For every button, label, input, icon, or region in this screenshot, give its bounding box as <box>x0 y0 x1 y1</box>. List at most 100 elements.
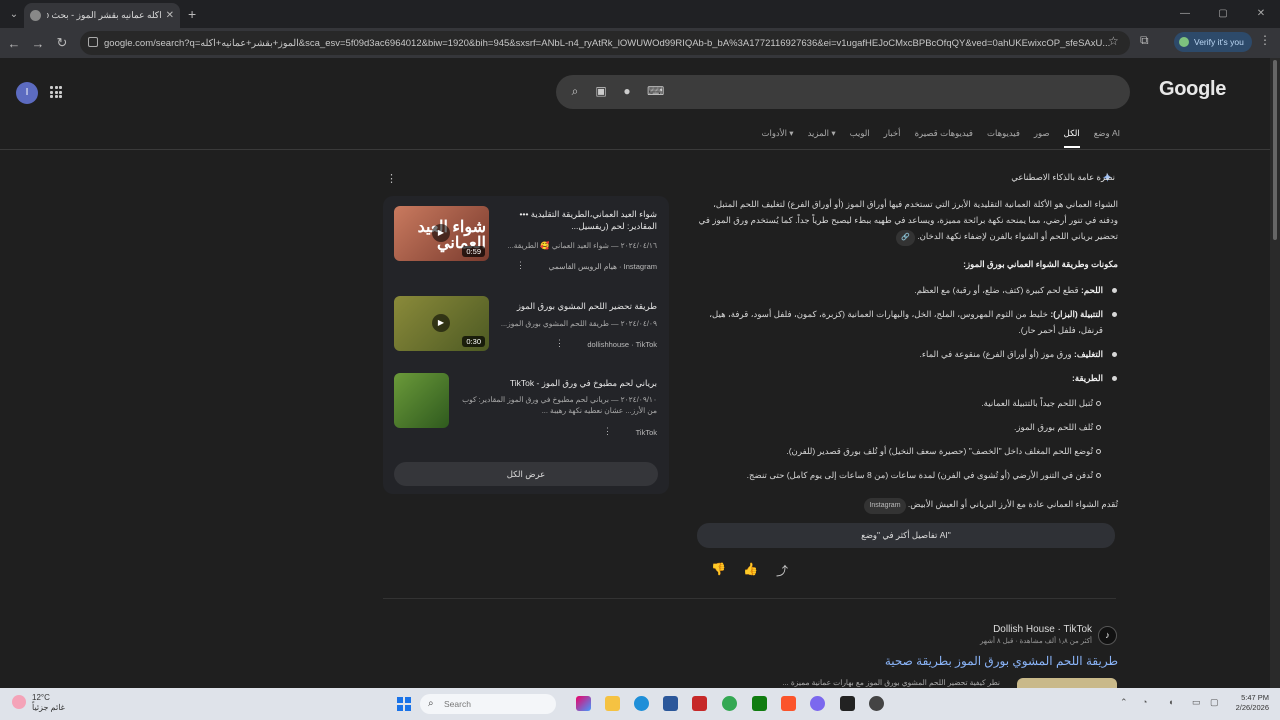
address-bar[interactable]: google.com/search?q=الموز+بقشر+عمانيه+اك… <box>80 31 1130 55</box>
video-menu-icon[interactable]: ⋮ <box>603 426 612 437</box>
tab-images[interactable]: صور <box>1034 128 1050 148</box>
tab-more[interactable]: المزيد ▾ <box>808 128 836 148</box>
weather-widget[interactable]: 12°C غائم جزئياً <box>12 693 65 713</box>
result-site-name[interactable]: Dollish House · TikTok <box>960 624 1092 635</box>
tab-short-videos[interactable]: فيديوهات قصيرة <box>915 128 973 148</box>
forward-icon[interactable]: → <box>26 36 50 51</box>
ai-item-label: التتبيلة (البزار): <box>1050 309 1103 319</box>
terminal-icon[interactable] <box>840 696 855 711</box>
result-site-sub: أكثر من ١٫٨ ألف مشاهدة · قبل ٨ أشهر <box>980 638 1092 645</box>
ai-item-label: التغليف: <box>1074 349 1103 359</box>
video-source[interactable]: Instagram · هيام الرويس القاسمي <box>549 262 657 271</box>
taskbar-search[interactable]: ⌕ Search <box>420 694 556 714</box>
ai-closing: تُقدم الشواء العماني عادة مع الأرز البري… <box>698 496 1118 514</box>
share-icon[interactable]: ⤴ <box>776 562 788 579</box>
close-window-button[interactable]: ✕ <box>1242 0 1280 28</box>
video-thumbnail[interactable]: شواء العيد العماني ▶ 0:59 <box>394 206 489 261</box>
tab-all[interactable]: الكل <box>1063 128 1080 148</box>
link-chip-icon[interactable]: 🔗 <box>896 230 915 246</box>
video-title[interactable]: شواء العيد العماني،الطريقة التقليدية •••… <box>497 208 658 232</box>
ai-step: تُدفن في التنور الأرضي (أو تُشوى في الفر… <box>746 470 1093 480</box>
tab-videos[interactable]: فيديوهات <box>987 128 1020 148</box>
result-snippet: نطر كيفية تحضير اللحم المشوي بورق الموز … <box>782 678 1000 687</box>
video-duration: 0:30 <box>462 336 485 347</box>
taskbar-search-placeholder: Search <box>444 699 471 709</box>
ai-overview-menu-icon[interactable]: ⋮ <box>386 172 397 185</box>
tab-news[interactable]: أخبار <box>884 128 901 148</box>
app-red-icon[interactable] <box>692 696 707 711</box>
browser-tab[interactable]: اكله عمانيه بقشر الموز - بحث Go ✕ <box>24 3 180 28</box>
video-source[interactable]: TikTok <box>636 428 657 437</box>
copilot-icon[interactable] <box>576 696 591 711</box>
minimize-button[interactable]: — <box>1166 0 1204 28</box>
url-text: google.com/search?q=الموز+بقشر+عمانيه+اك… <box>104 37 1111 49</box>
video-title[interactable]: برياني لحم مطبوخ في ورق الموز - TikTok <box>467 377 657 389</box>
ai-step: تُلف اللحم بورق الموز. <box>1013 422 1093 432</box>
windows-start-icon[interactable] <box>397 697 411 711</box>
microphone-icon[interactable]: ● <box>620 84 634 98</box>
tab-close-icon[interactable]: ✕ <box>166 10 174 21</box>
scrollbar-thumb[interactable] <box>1273 60 1277 240</box>
reload-icon[interactable]: ↻ <box>50 35 74 51</box>
show-all-button[interactable]: عرض الكل <box>394 462 658 486</box>
bookmark-star-icon[interactable]: ☆ <box>1108 34 1119 48</box>
tab-tools[interactable]: الأدوات ▾ <box>761 128 793 148</box>
google-logo[interactable]: Google <box>1159 78 1226 101</box>
taskbar-clock[interactable]: 5:47 PM 2/26/2026 <box>1227 693 1269 713</box>
lens-icon[interactable]: ▣ <box>594 84 608 98</box>
brave-icon[interactable] <box>781 696 796 711</box>
verify-profile-button[interactable]: Verify it's you <box>1174 32 1252 52</box>
header-divider <box>0 149 1270 150</box>
ai-closing-text: تُقدم الشواء العماني عادة مع الأرز البري… <box>907 499 1118 509</box>
browser-tab-bar: ⌄ اكله عمانيه بقشر الموز - بحث Go ✕ + — … <box>0 0 1280 28</box>
ai-section-title: مكونات وطريقة الشواء العماني بورق الموز: <box>963 259 1118 269</box>
keyboard-icon[interactable]: ⌨ <box>647 84 664 98</box>
back-icon[interactable]: ← <box>2 36 26 51</box>
video-menu-icon[interactable]: ⋮ <box>555 338 564 349</box>
thumbs-down-icon[interactable]: 👎 <box>711 562 726 576</box>
edge-icon[interactable] <box>634 696 649 711</box>
ai-item-text: ورق موز (أو أوراق الفرع) منقوعة في الماء… <box>919 349 1072 359</box>
browser-menu-icon[interactable]: ⋮ <box>1259 33 1271 47</box>
messenger-icon[interactable] <box>810 696 825 711</box>
ai-item-text: خليط من الثوم المهروس، الملح، الخل، والب… <box>709 309 1103 335</box>
search-results-page: I ⌕ ▣ ● ⌨ Google وضع AI الكل صور فيديوها… <box>0 58 1270 688</box>
result-thumbnail[interactable] <box>1017 678 1117 688</box>
volume-icon[interactable]: ◖ <box>1168 697 1173 707</box>
sub-bullet-icon <box>1096 473 1101 478</box>
google-apps-icon[interactable] <box>50 86 62 98</box>
extensions-icon[interactable]: ⧉ <box>1140 33 1149 48</box>
video-thumbnail[interactable] <box>394 373 449 428</box>
bullet-icon <box>1112 352 1117 357</box>
page-scrollbar[interactable] <box>1270 58 1280 688</box>
video-thumbnail[interactable]: ▶ 0:30 <box>394 296 489 351</box>
file-explorer-icon[interactable] <box>605 696 620 711</box>
result-title-link[interactable]: طريقة اللحم المشوي بورق الموز بطريقة صحي… <box>880 654 1118 668</box>
video-source[interactable]: dollishhouse · TikTok <box>587 340 657 349</box>
chrome-icon[interactable] <box>722 696 737 711</box>
thumbs-up-icon[interactable]: 👍 <box>743 562 758 576</box>
video-duration: 0:59 <box>462 246 485 257</box>
video-title[interactable]: طريقة تحضير اللحم المشوي بورق الموز <box>497 300 657 312</box>
maximize-button[interactable]: ▢ <box>1204 0 1242 28</box>
search-icon[interactable]: ⌕ <box>568 84 582 98</box>
xbox-icon[interactable] <box>752 696 767 711</box>
browser-toolbar: ← → ↻ google.com/search?q=الموز+بقشر+عما… <box>0 28 1280 58</box>
new-tab-button[interactable]: + <box>188 6 196 22</box>
ai-mode-more-button[interactable]: تفاصيل أكثر في "وضع AI" <box>697 523 1115 548</box>
tab-web[interactable]: الويب <box>850 128 870 148</box>
video-meta: ٢٠٢٤/٠٩/١٠ — برياني لحم مطبوخ في ورق الم… <box>462 395 657 415</box>
instagram-chip[interactable]: Instagram <box>864 498 906 514</box>
site-info-icon[interactable] <box>88 37 98 47</box>
video-menu-icon[interactable]: ⋮ <box>516 260 525 271</box>
ai-item: التتبيلة (البزار): خليط من الثوم المهروس… <box>698 306 1103 338</box>
avatar[interactable]: I <box>16 82 38 104</box>
notification-icon[interactable]: ▢ <box>1210 697 1219 708</box>
tab-ai-mode[interactable]: وضع AI <box>1094 128 1120 148</box>
tray-chevron-icon[interactable]: ⌃ <box>1120 697 1128 708</box>
app-dark-icon[interactable] <box>869 696 884 711</box>
battery-icon[interactable]: ▭ <box>1192 697 1201 708</box>
search-input[interactable]: ⌕ ▣ ● ⌨ <box>556 75 1130 109</box>
network-icon[interactable]: ◔ <box>1142 697 1147 707</box>
store-icon[interactable] <box>663 696 678 711</box>
